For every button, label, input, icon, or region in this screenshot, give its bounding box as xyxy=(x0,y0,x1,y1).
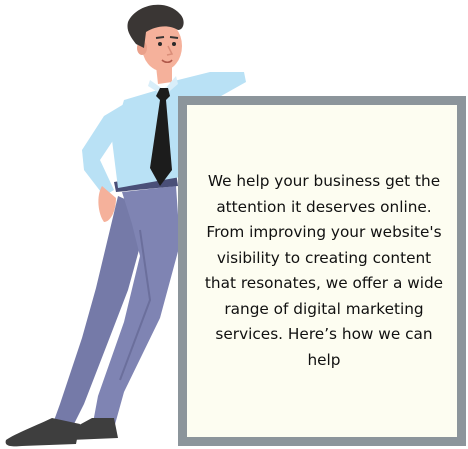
brow-right xyxy=(169,36,179,39)
eye-left xyxy=(158,42,162,46)
marketing-banner: We help your business get the attention … xyxy=(0,0,468,449)
brow-left xyxy=(155,36,165,39)
shirt xyxy=(112,84,186,188)
message-text: We help your business get the attention … xyxy=(204,172,444,369)
message-board: We help your business get the attention … xyxy=(178,96,466,446)
eye-right xyxy=(172,42,176,46)
